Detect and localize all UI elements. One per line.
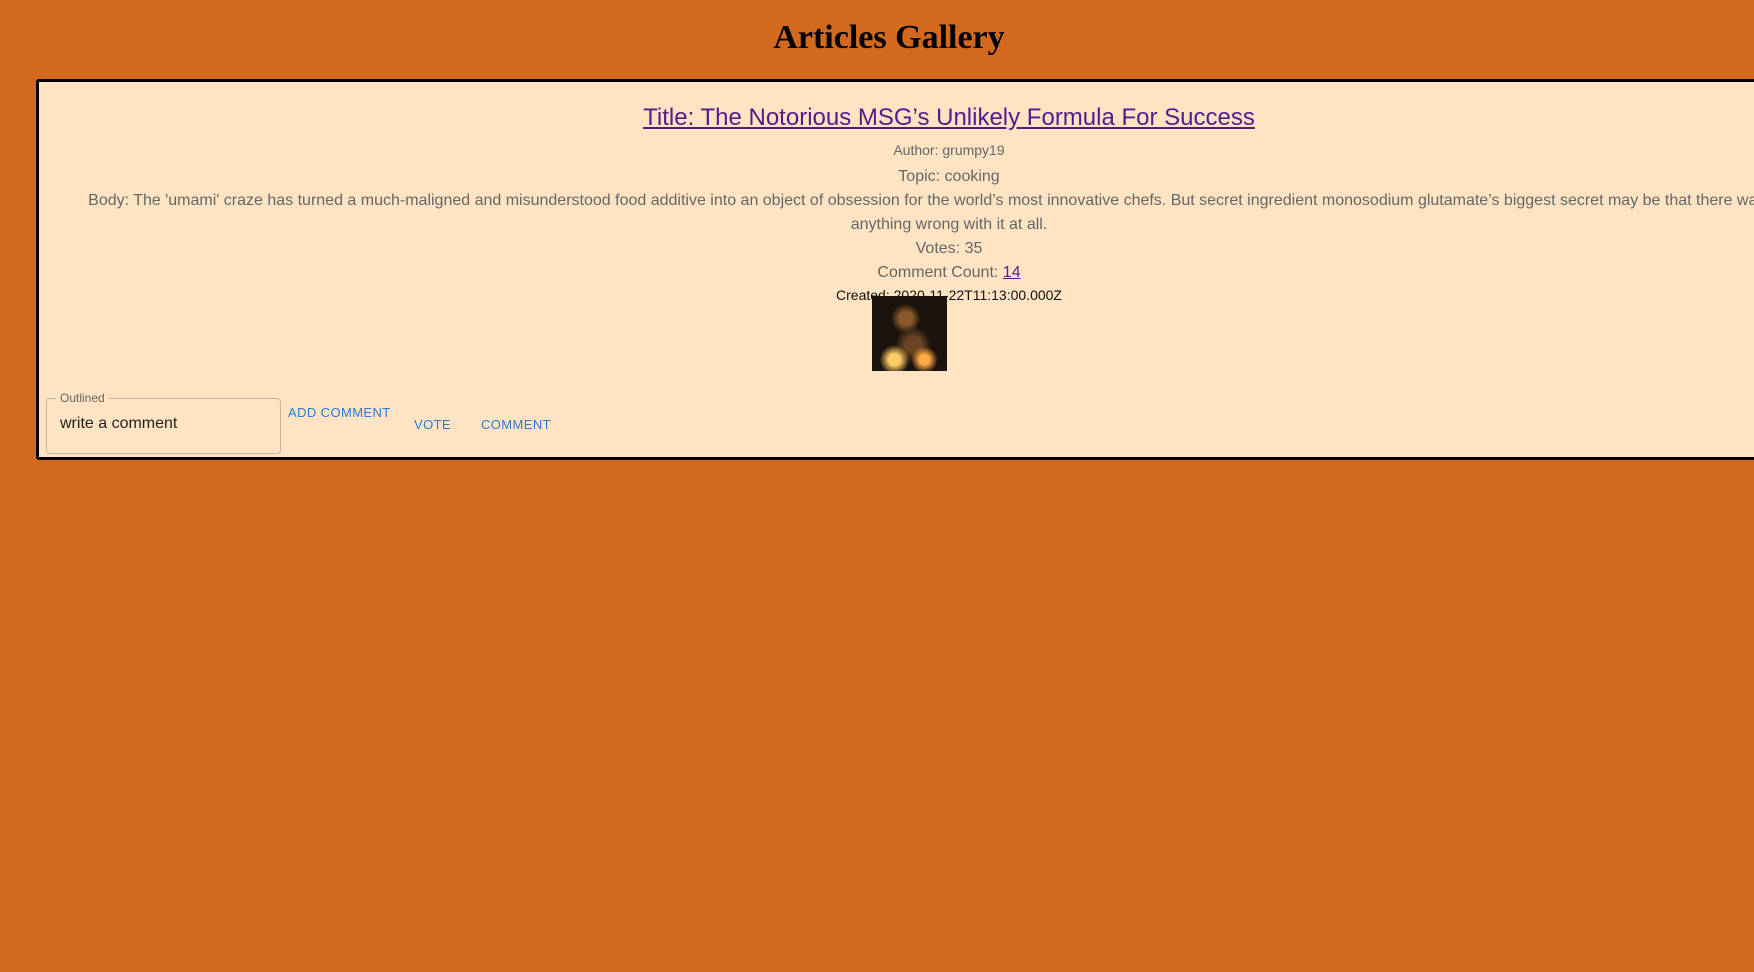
comment-button[interactable]: COMMENT: [481, 417, 551, 432]
article-topic: Topic: cooking: [898, 168, 1000, 185]
comment-count-label: Comment Count:: [877, 264, 1003, 281]
article-comment-count: Comment Count: 14: [69, 261, 1754, 285]
comment-field: Outlined: [46, 390, 281, 454]
comment-count-link[interactable]: 14: [1003, 264, 1021, 281]
comment-field-label: Outlined: [56, 390, 109, 406]
page-title: Articles Gallery: [773, 19, 1005, 56]
article-image: [872, 296, 947, 371]
article-votes: Votes: 35: [915, 240, 983, 257]
comment-input[interactable]: [60, 415, 270, 433]
article-author: Author: grumpy19: [893, 142, 1005, 158]
article-content: Title: The Notorious MSG’s Unlikely Form…: [69, 82, 1754, 305]
article-body: Body: The 'umami' craze has turned a muc…: [88, 192, 1754, 233]
vote-button[interactable]: VOTE: [414, 417, 451, 432]
add-comment-button[interactable]: ADD COMMENT: [288, 405, 391, 420]
article-card: Title: The Notorious MSG’s Unlikely Form…: [36, 79, 1754, 460]
article-title-link[interactable]: Title: The Notorious MSG’s Unlikely Form…: [643, 102, 1255, 134]
